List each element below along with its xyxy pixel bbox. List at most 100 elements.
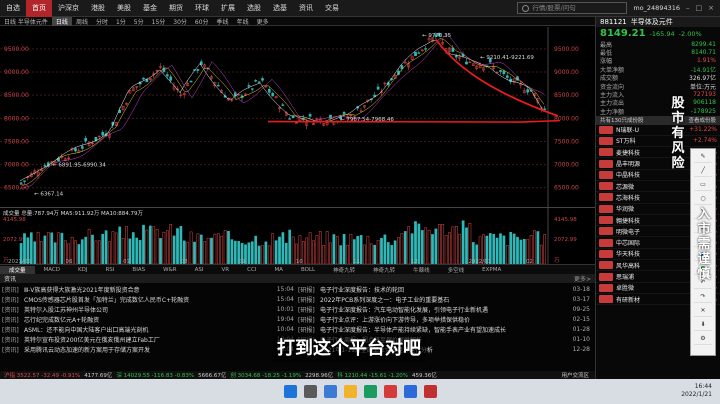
indicator-tab-12[interactable]: 神奇九转 — [364, 266, 404, 274]
stock-name[interactable]: 中芯国际 — [616, 238, 656, 247]
settings-icon[interactable]: ⚙ — [694, 333, 712, 345]
news-row[interactable]: [研报] 电子行业点评：上游涨价向下游传导，多项举措保供稳价 02-15 — [298, 314, 594, 324]
tab-12[interactable]: 交易 — [319, 0, 345, 17]
indicator-tab-4[interactable]: BIAS — [123, 267, 154, 273]
indicator-tab-3[interactable]: RSI — [96, 267, 123, 273]
indicator-tab-7[interactable]: VR — [213, 267, 239, 273]
redo-icon[interactable]: ↷ — [694, 291, 712, 303]
view-constituents-link[interactable]: 查看成份股 — [688, 116, 716, 124]
close-icon[interactable]: × — [708, 4, 714, 12]
save-icon[interactable]: ⬇ — [694, 319, 712, 331]
news-title[interactable]: 英特尔宣布投资200亿美元在俄亥俄州建立Fab工厂 — [24, 335, 268, 344]
line-icon[interactable]: ╱ — [694, 165, 712, 177]
news-row[interactable]: [研报] 电子行业深度报告：半导体产能持续紧缺，智能手表产业有望加速成长 01-28 — [298, 324, 594, 334]
news-title[interactable]: 电子行业深度报告：技术的轮回 — [320, 285, 564, 294]
news-title[interactable]: 2022年PCB系列深度之一：电子工业的重要基石 — [320, 295, 564, 304]
indicator-tab-13[interactable]: 牛棘线 — [404, 266, 439, 274]
period-3[interactable]: 1分 — [112, 17, 130, 26]
rect-icon[interactable]: ▭ — [694, 179, 712, 191]
tab-8[interactable]: 扩展 — [215, 0, 241, 17]
indicator-tab-1[interactable]: MACD — [35, 267, 70, 273]
tab-1[interactable]: 首页 — [26, 0, 52, 17]
stock-name[interactable]: 芯海科技 — [616, 193, 656, 202]
sz-index[interactable]: 深 14029.55 -116.83 -0.83% — [116, 371, 194, 379]
news-title[interactable]: 英特尔入股江苏神州半导体公司 — [24, 305, 268, 314]
period-9[interactable]: 年线 — [233, 17, 253, 26]
app-icon[interactable] — [383, 385, 397, 398]
news-row[interactable]: [资讯]采用腾讯云动态加速的新方案用于存储方案开发10:04 — [2, 344, 298, 354]
search-input[interactable]: 行情/股票/问句 — [517, 2, 628, 14]
indicator-tab-6[interactable]: ASI — [186, 267, 213, 273]
news-more-link[interactable]: 更多> — [574, 274, 591, 283]
period-6[interactable]: 30分 — [169, 17, 191, 26]
news-row[interactable]: [资讯] ASML：还不能向中国大陆客户出口高端光刻机 10:04 — [2, 324, 298, 334]
tab-4[interactable]: 美股 — [111, 0, 137, 17]
period-0[interactable]: 日线 — [51, 16, 72, 26]
stock-name[interactable]: N瑞联-U — [616, 125, 656, 134]
tab-6[interactable]: 期货 — [163, 0, 189, 17]
indicator-tab-5[interactable]: W&R — [154, 267, 186, 273]
stock-name[interactable]: 华天科技 — [616, 249, 656, 258]
stock-name[interactable]: 卓胜微 — [616, 283, 656, 292]
system-clock[interactable]: 16:44 2022/1/21 — [681, 383, 712, 399]
news-title[interactable]: Ⅲ-Ⅴ族高获得大族激光2021年度新投资合意 — [24, 285, 268, 294]
k-index[interactable]: 科 1210.44 -15.61 -1.20% — [337, 371, 408, 379]
search-icon[interactable] — [303, 385, 317, 398]
sh-index[interactable]: 沪指 3522.57 -32.49 -0.91% — [4, 371, 80, 379]
indicator-tab-0[interactable]: 成交量 — [0, 265, 35, 274]
volume-chart[interactable]: 成交量 总量:787.94万 MA5:911.92万 MA10:884.79万 4… — [0, 207, 595, 265]
circle-icon[interactable]: ○ — [694, 193, 712, 205]
stock-name[interactable]: ST万科 — [616, 136, 656, 145]
period-7[interactable]: 60分 — [191, 17, 213, 26]
username[interactable]: mo_24894316 — [633, 4, 680, 12]
taskview-icon[interactable] — [323, 385, 337, 398]
indicator-tab-2[interactable]: KDJ — [69, 267, 96, 273]
period-10[interactable]: 更多 — [253, 17, 273, 26]
news-row[interactable]: [研报] 电子行业深度报告：技术的轮回 03-18 — [298, 284, 594, 294]
indicator-tab-15[interactable]: EXPMA — [473, 267, 510, 273]
news-row[interactable]: [研报] 电子行业深度报告：汽车电动智能化发展，引领电子行业新机遇 09-25 — [298, 304, 594, 314]
user-community-link[interactable]: 用户交流区 — [561, 371, 589, 379]
indicator-tab-10[interactable]: BOLL — [292, 267, 324, 273]
indicator-tab-9[interactable]: MA — [265, 267, 292, 273]
news-row[interactable]: [研报] 2022年PCB系列深度之一：电子工业的重要基石 03-17 — [298, 294, 594, 304]
tab-5[interactable]: 基金 — [137, 0, 163, 17]
news-row[interactable]: [资讯] Ⅲ-Ⅴ族高获得大族激光2021年度新投资合意 15:04 — [2, 284, 298, 294]
store-icon[interactable] — [403, 385, 417, 398]
tonghuashun-icon[interactable] — [423, 385, 437, 398]
period-5[interactable]: 15分 — [148, 17, 170, 26]
start-icon[interactable] — [283, 385, 297, 398]
news-title[interactable]: CMOS传感器芯片股首发「加特兰」完成数亿人民币C+轮融资 — [24, 295, 268, 304]
stock-name[interactable]: 明微电子 — [616, 227, 656, 236]
tab-10[interactable]: 选基 — [267, 0, 293, 17]
news-row[interactable]: [资讯] 芯行纪完成数亿元A+轮融资 19:04 — [2, 314, 298, 324]
folder-icon[interactable] — [343, 385, 357, 398]
minimize-icon[interactable]: – — [686, 4, 690, 12]
stock-name[interactable]: 晶丰明源 — [616, 159, 656, 168]
kline-chart[interactable]: 9500.00 9500.00 9000.00 9000.00 8500.00 8500.… — [0, 27, 595, 207]
news-title[interactable]: 采用腾讯云动态加速的新方案用于存储方案开发 — [24, 345, 268, 354]
stock-name[interactable]: 翱捷科技 — [616, 216, 656, 225]
tab-2[interactable]: 沪深京 — [52, 0, 85, 17]
stock-name[interactable]: 芯源微 — [616, 182, 656, 191]
indicator-tab-8[interactable]: CCI — [238, 267, 265, 273]
tab-3[interactable]: 港股 — [85, 0, 111, 17]
stock-name[interactable]: 风华高科 — [616, 261, 656, 270]
constituent-banner[interactable]: 共有130只成份股 查看成份股 — [596, 115, 720, 125]
stock-name[interactable]: 华润微 — [616, 204, 656, 213]
news-title[interactable]: 电子行业深度报告：汽车电动智能化发展，引领电子行业新机遇 — [320, 305, 564, 314]
stock-name[interactable]: 中晶科技 — [616, 170, 656, 179]
news-title[interactable]: 电子行业深度报告：半导体产能持续紧缺，智能手表产业有望加速成长 — [320, 325, 564, 334]
news-row[interactable]: [资讯] CMOS传感器芯片股首发「加特兰」完成数亿人民币C+轮融资 15:04 — [2, 294, 298, 304]
tab-9[interactable]: 选股 — [241, 0, 267, 17]
cy-index[interactable]: 创 3034.68 -18.25 -1.19% — [230, 371, 301, 379]
tab-0[interactable]: 自选 — [0, 0, 26, 17]
clear-icon[interactable]: ✕ — [694, 305, 712, 317]
period-1[interactable]: 周线 — [72, 17, 92, 26]
period-8[interactable]: 季线 — [213, 17, 233, 26]
maximize-icon[interactable]: □ — [696, 4, 703, 12]
stock-name[interactable]: 思瑞浦 — [616, 272, 656, 281]
news-title[interactable]: ASML：还不能向中国大陆客户出口高端光刻机 — [24, 325, 268, 334]
stock-name[interactable]: 麦捷科技 — [616, 148, 656, 157]
indicator-tab-14[interactable]: 多空线 — [439, 266, 474, 274]
